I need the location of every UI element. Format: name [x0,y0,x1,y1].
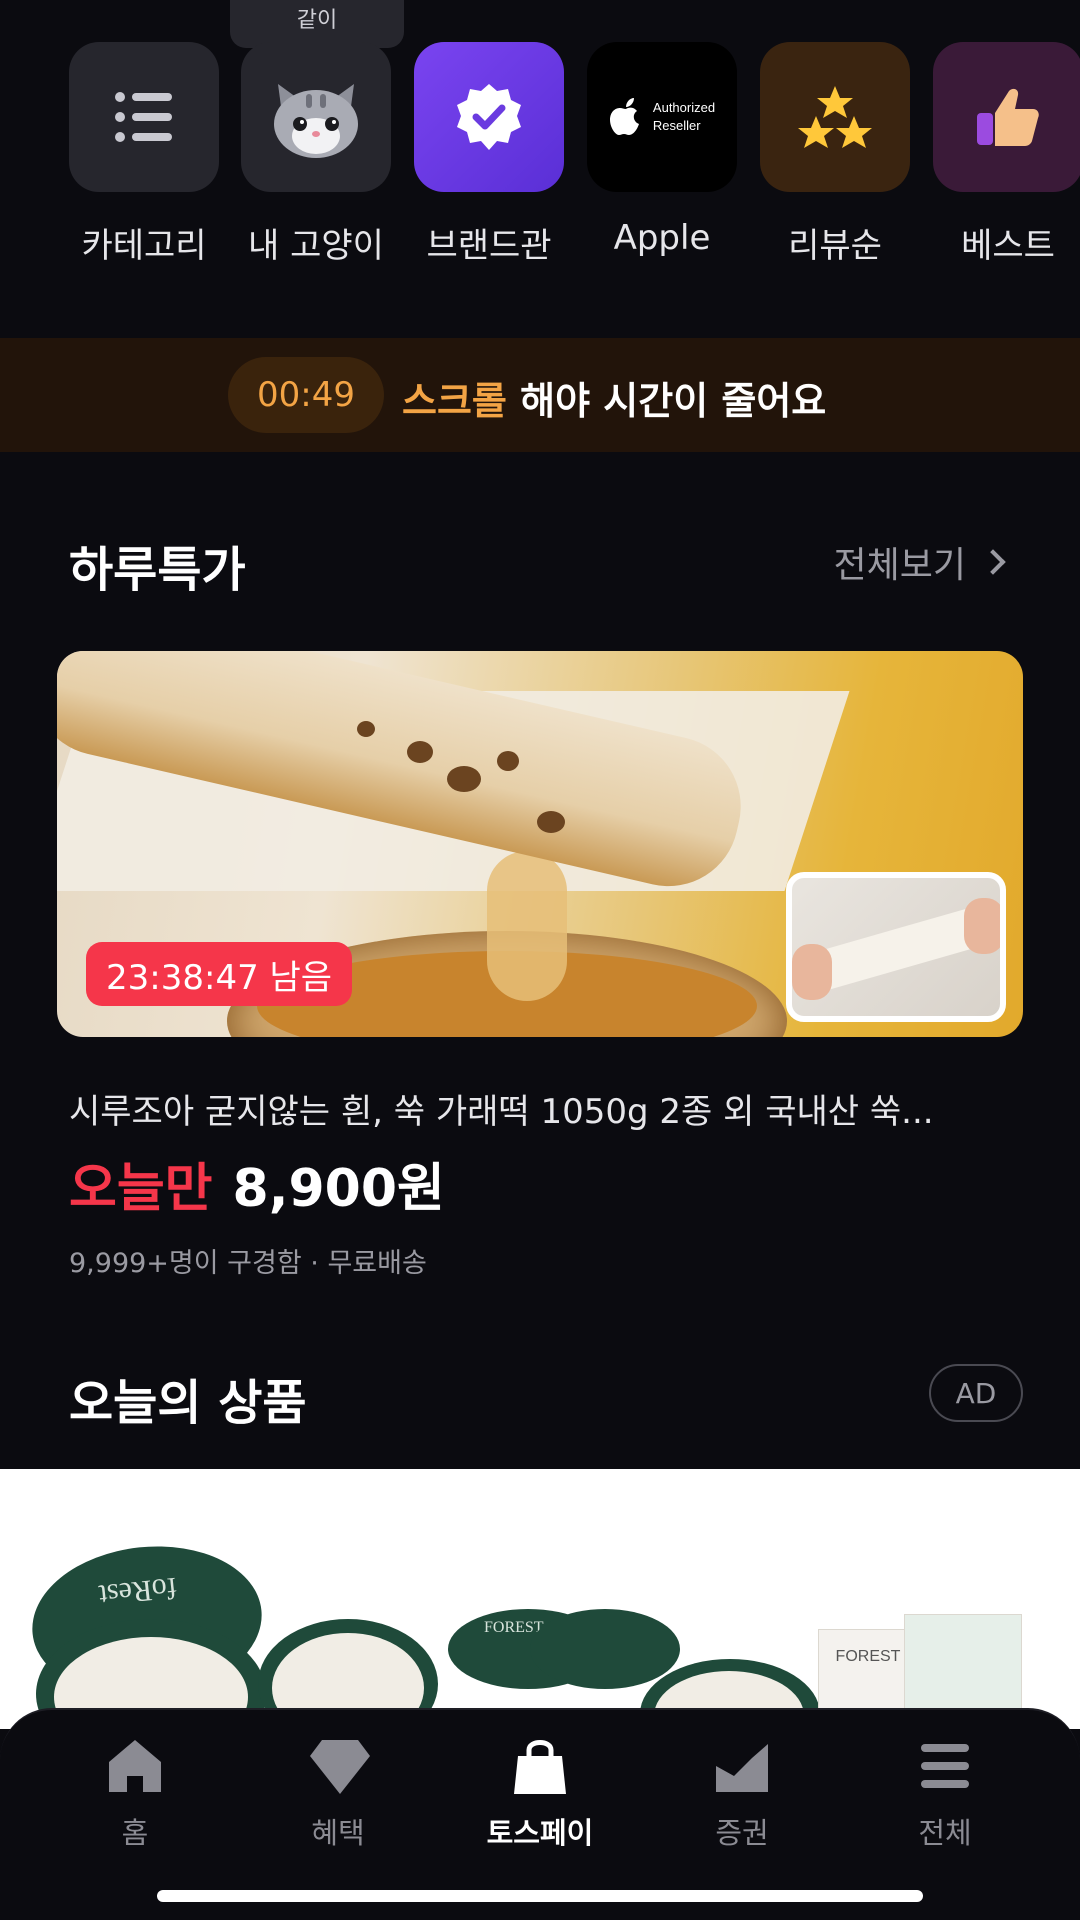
deal-price: 오늘만 8,900원 [69,1146,445,1221]
tab-toss-pay[interactable]: 토스페이 [460,1736,620,1852]
tab-securities[interactable]: 증권 [662,1736,822,1852]
shortcut-best[interactable]: 베스트 [933,42,1080,267]
tab-label: 토스페이 [486,1816,594,1850]
tab-label: 혜택 [311,1816,365,1850]
apple-tile-text: Reseller [652,118,701,133]
chevron-right-icon [980,549,1006,575]
brand-text: foRest [97,1570,179,1612]
verified-badge-icon [414,42,564,192]
cat-tooltip: 같이 [230,0,404,62]
home-indicator [157,1890,923,1902]
list-icon [69,42,219,192]
todays-products-title: 오늘의 상품 [69,1375,307,1431]
tab-home[interactable]: 홈 [55,1736,215,1852]
tab-label: 전체 [918,1816,972,1850]
deal-product-name[interactable]: 시루조아 굳지않는 흰, 쑥 가래떡 1050g 2종 외 국내산 쑥... [69,1084,934,1133]
ad-product-image[interactable]: foRest FOREST FOREST [0,1469,1080,1729]
shortcut-label: Apple [613,218,711,258]
apple-tile-text: Authorized [652,100,716,115]
diamond-icon [308,1736,370,1796]
shortcut-label: 내 고양이 [248,226,384,266]
see-all-label: 전체보기 [833,545,966,586]
daily-deal-title: 하루특가 [69,542,246,598]
shortcut-label: 리뷰순 [788,226,882,266]
daily-deal-image[interactable]: 23:38:47 남음 [57,651,1023,1037]
stars-icon [760,42,910,192]
countdown-badge: 23:38:47 남음 [86,942,353,1006]
shortcut-my-cat[interactable]: 내 고양이 [241,42,391,267]
ad-badge[interactable]: AD [929,1364,1023,1422]
shortcut-label: 베스트 [961,226,1055,266]
shortcut-review-order[interactable]: 리뷰순 [760,42,910,267]
shortcut-apple[interactable]: Authorized Reseller Apple [587,42,737,258]
bottom-tab-bar: 홈 혜택 토스페이 증권 전체 [0,1708,1080,1920]
apple-logo-icon: Authorized Reseller [587,42,737,192]
deal-meta: 9,999+명이 구경함 · 무료배송 [69,1248,427,1279]
shopping-bag-icon [510,1736,570,1796]
thumbs-up-icon [933,42,1080,192]
tooltip-text: 같이 [296,8,338,33]
product-thumbnail[interactable] [786,872,1006,1022]
home-icon [105,1736,165,1796]
tab-benefits[interactable]: 혜택 [258,1736,418,1852]
banner-highlight: 스크롤 [402,379,507,423]
tab-label: 홈 [121,1816,149,1850]
menu-icon [915,1736,975,1796]
shortcut-label: 카테고리 [81,226,207,266]
cat-face-icon [241,42,391,192]
timer-pill: 00:49 [228,357,384,433]
see-all-link[interactable]: 전체보기 [834,536,1008,588]
banner-message: 스크롤 해야 시간이 줄어요 [402,370,826,425]
scroll-timer-banner: 00:49 스크롤 해야 시간이 줄어요 [0,338,1080,452]
tab-all[interactable]: 전체 [865,1736,1025,1852]
shortcut-category[interactable]: 카테고리 [69,42,219,267]
shortcut-label: 브랜드관 [426,226,552,266]
banner-text: 해야 시간이 줄어요 [506,379,827,423]
brand-text: FOREST [835,1648,901,1665]
chart-icon [712,1736,772,1796]
shortcut-row: 카테고리 내 고양이 브랜드관 Authorized Reseller Appl… [69,42,1080,272]
price-tag: 오늘만 [69,1159,213,1219]
tab-label: 증권 [715,1816,769,1850]
shortcut-brand[interactable]: 브랜드관 [414,42,564,267]
price-value: 8,900원 [232,1159,445,1219]
